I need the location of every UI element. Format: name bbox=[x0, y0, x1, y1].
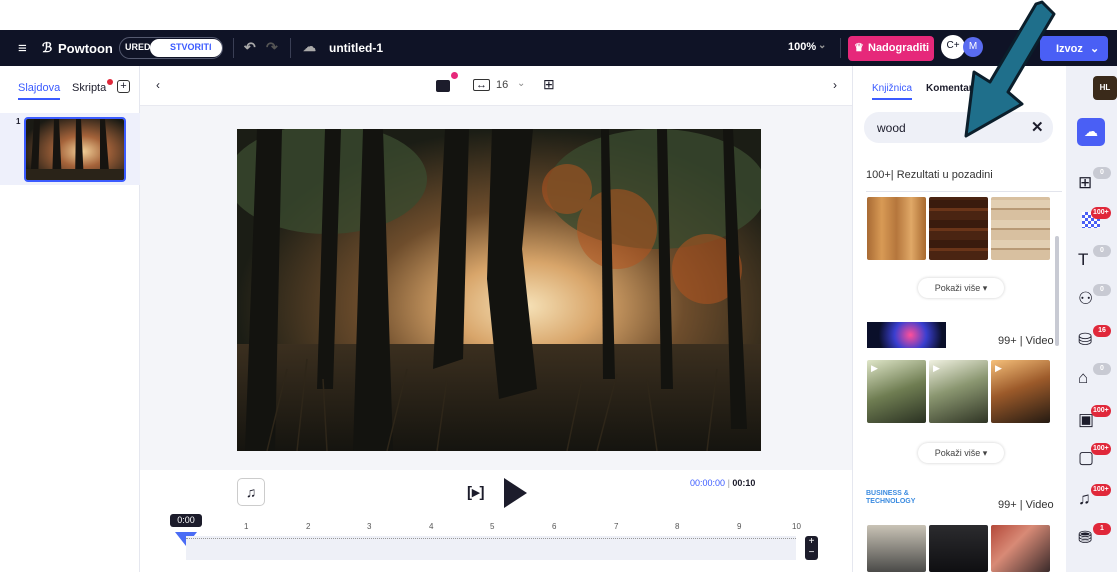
mode-edit-label[interactable]: UREDI bbox=[125, 42, 153, 52]
slide-canvas[interactable] bbox=[237, 129, 761, 451]
slide-thumbnail-row[interactable]: 1 bbox=[0, 113, 140, 185]
camera-icon[interactable] bbox=[436, 80, 450, 92]
grid-icon[interactable]: ⊞ bbox=[543, 76, 555, 93]
video-results-label: 99+ | Video bbox=[998, 499, 1054, 511]
slide-thumbnail[interactable] bbox=[24, 117, 126, 182]
redo-icon[interactable]: ↷ bbox=[266, 39, 278, 56]
office-video-thumbnail[interactable] bbox=[867, 525, 926, 572]
timeline-panel: ♫ [▸] 00:00:00 | 00:10 0:00 1 2 3 4 5 6 … bbox=[140, 470, 852, 572]
zoom-select[interactable]: 100% bbox=[788, 41, 816, 53]
tick-label: 9 bbox=[737, 522, 742, 531]
chevron-down-icon[interactable]: ⌄ bbox=[517, 78, 525, 89]
badge: 100+ bbox=[1091, 405, 1111, 417]
canvas-toolbar: ‹ ↔ 16 ⌄ ⊞ › bbox=[140, 66, 852, 106]
tick-label: 8 bbox=[675, 522, 680, 531]
tick-label: 3 bbox=[367, 522, 372, 531]
divider bbox=[290, 38, 291, 58]
background-results-label: 100+| Rezultati u pozadini bbox=[866, 169, 993, 181]
badge: 100+ bbox=[1091, 443, 1111, 455]
badge: 0 bbox=[1093, 284, 1111, 296]
badge: 16 bbox=[1093, 325, 1111, 337]
play-from-slide-icon[interactable]: [▸] bbox=[467, 483, 485, 501]
upgrade-label: Nadograditi bbox=[868, 42, 930, 54]
sunset-forest-video-thumbnail[interactable]: ▶ bbox=[991, 360, 1050, 423]
divider bbox=[233, 38, 234, 58]
tick-label: 1 bbox=[244, 522, 249, 531]
divider bbox=[866, 191, 1062, 192]
aspect-ratio-icon[interactable]: ↔ bbox=[473, 79, 490, 91]
chevron-down-icon[interactable]: ⌄ bbox=[818, 40, 826, 51]
wood-background-thumbnail[interactable] bbox=[991, 197, 1050, 260]
tick-label: 2 bbox=[306, 522, 311, 531]
profile-avatar[interactable]: HL bbox=[1093, 76, 1117, 100]
mode-create-label[interactable]: STVORITI bbox=[170, 42, 212, 52]
record-indicator bbox=[449, 70, 460, 81]
document-title[interactable]: untitled-1 bbox=[329, 41, 383, 55]
timeline-track[interactable] bbox=[186, 536, 796, 560]
next-slide-icon[interactable]: › bbox=[833, 78, 837, 92]
crown-icon: ♛ bbox=[854, 42, 864, 54]
hands-video-thumbnail[interactable] bbox=[991, 525, 1050, 572]
powtoon-logo-icon: ℬ bbox=[42, 40, 53, 55]
wood-background-thumbnail[interactable] bbox=[929, 197, 988, 260]
tick-label: 10 bbox=[792, 522, 801, 531]
badge: 1 bbox=[1093, 523, 1111, 535]
badge: 0 bbox=[1093, 167, 1111, 179]
tab-script[interactable]: Skripta bbox=[72, 82, 106, 94]
previous-slide-icon[interactable]: ‹ bbox=[156, 78, 160, 92]
slide-number: 1 bbox=[16, 117, 21, 126]
category-label: BUSINESS & TECHNOLOGY bbox=[866, 490, 916, 505]
time-display: 00:00:00 | 00:10 bbox=[690, 478, 756, 488]
brand-name: Powtoon bbox=[58, 41, 113, 56]
forest-background-image bbox=[237, 129, 761, 451]
upgrade-button[interactable]: ♛ Nadograditi bbox=[848, 36, 934, 61]
badge: 100+ bbox=[1091, 207, 1111, 219]
deer-video-thumbnail[interactable]: ▶ bbox=[929, 360, 988, 423]
upload-icon[interactable]: ☁ bbox=[1077, 118, 1105, 146]
tab-slides[interactable]: Slajdova bbox=[18, 82, 61, 100]
playhead-time: 0:00 bbox=[170, 514, 202, 527]
play-icon[interactable] bbox=[504, 478, 527, 508]
help-icon[interactable]: ⓪ bbox=[208, 38, 222, 58]
current-time: 00:00:00 bbox=[690, 478, 726, 488]
forest-video-thumbnail[interactable]: ▶ bbox=[867, 360, 926, 423]
add-slide-icon[interactable]: + bbox=[117, 80, 130, 93]
tick-label: 4 bbox=[429, 522, 434, 531]
forest-thumbnail-image bbox=[26, 119, 124, 180]
video-results-label: 99+ | Video bbox=[998, 335, 1054, 347]
chevron-down-icon: ⌄ bbox=[1089, 43, 1100, 55]
tick-label: 7 bbox=[614, 522, 619, 531]
tab-library[interactable]: Knjižnica bbox=[872, 83, 913, 100]
tick-label: 6 bbox=[552, 522, 557, 531]
font-size-value[interactable]: 16 bbox=[496, 79, 508, 91]
show-more-button[interactable]: Pokaži više ▾ bbox=[918, 443, 1004, 463]
music-icon[interactable]: ♫ bbox=[237, 478, 265, 506]
slides-panel: Slajdova Skripta + 1 bbox=[0, 66, 140, 572]
zoom-controls[interactable]: + − bbox=[805, 536, 818, 560]
scrollbar[interactable] bbox=[1055, 236, 1059, 346]
dark-video-thumbnail[interactable] bbox=[929, 525, 988, 572]
badge: 0 bbox=[1093, 245, 1111, 257]
annotation-arrow bbox=[964, 0, 1056, 138]
menu-icon[interactable]: ≡ bbox=[18, 40, 27, 57]
tick-label: 5 bbox=[490, 522, 495, 531]
timeline-ruler bbox=[186, 538, 796, 539]
divider bbox=[840, 38, 841, 58]
video-preview-thumbnail[interactable] bbox=[867, 322, 946, 348]
undo-icon[interactable]: ↶ bbox=[244, 39, 256, 56]
show-more-button[interactable]: Pokaži više ▾ bbox=[918, 278, 1004, 298]
cloud-save-icon: ☁ bbox=[303, 39, 316, 54]
search-value: wood bbox=[877, 121, 906, 135]
export-label: Izvoz bbox=[1056, 43, 1083, 55]
wood-background-thumbnail[interactable] bbox=[867, 197, 926, 260]
badge: 0 bbox=[1093, 363, 1111, 375]
total-time: 00:10 bbox=[732, 478, 756, 488]
badge: 100+ bbox=[1091, 484, 1111, 496]
notification-dot bbox=[107, 79, 113, 85]
